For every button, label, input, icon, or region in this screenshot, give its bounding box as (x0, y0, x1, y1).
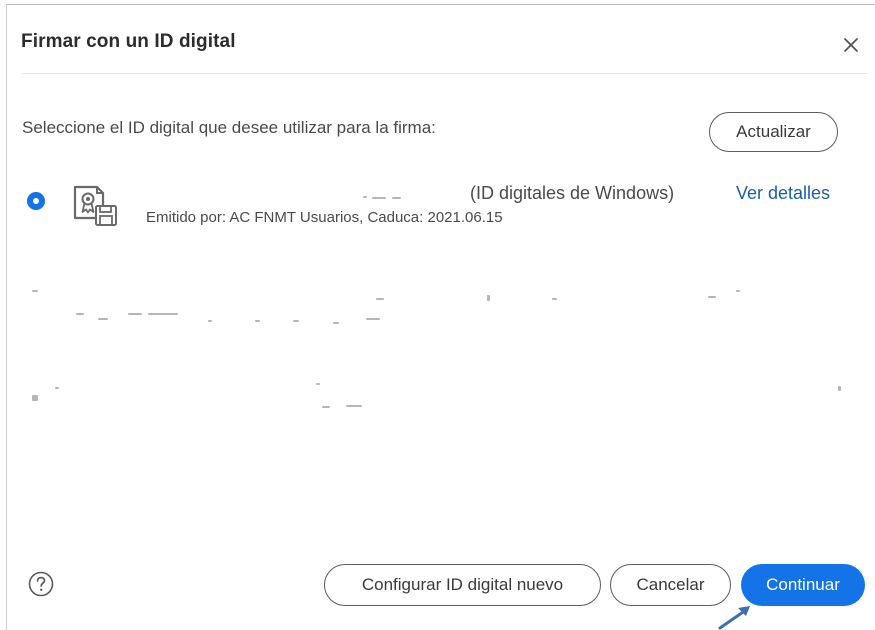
redacted-mark (98, 318, 108, 320)
redacted-mark (487, 295, 490, 301)
certificate-radio-selected[interactable] (27, 192, 45, 210)
redacted-mark (255, 320, 260, 322)
redacted-mark (376, 298, 384, 300)
redacted-mark (366, 318, 380, 320)
redacted-mark (708, 296, 716, 298)
dialog-title: Firmar con un ID digital (21, 31, 236, 52)
refresh-button[interactable]: Actualizar (709, 112, 838, 152)
redacted-mark (392, 197, 401, 199)
redacted-mark (32, 395, 38, 401)
configure-new-id-button[interactable]: Configurar ID digital nuevo (324, 564, 601, 606)
close-icon (844, 38, 858, 52)
redacted-mark (76, 313, 84, 315)
sign-digital-id-dialog: Firmar con un ID digital Seleccione el I… (0, 0, 875, 630)
redacted-mark (363, 196, 367, 198)
redacted-mark (322, 406, 330, 408)
certificate-issuer: Emitido por: AC FNMT Usuarios, Caduca: 2… (146, 209, 503, 226)
redacted-mark (148, 313, 178, 315)
close-button[interactable] (839, 33, 863, 57)
select-id-prompt: Seleccione el ID digital que desee utili… (22, 118, 436, 137)
redacted-mark (372, 197, 386, 199)
redacted-mark (736, 290, 740, 292)
redacted-mark (333, 322, 339, 324)
view-details-link[interactable]: Ver detalles (736, 183, 830, 204)
cancel-button[interactable]: Cancelar (610, 564, 731, 606)
redacted-mark (838, 386, 841, 391)
redacted-mark (32, 290, 38, 292)
pointer-arrow-icon (718, 606, 750, 630)
certificate-icon (72, 184, 120, 228)
continue-button[interactable]: Continuar (741, 564, 865, 606)
redacted-mark (128, 313, 142, 315)
redacted-mark (55, 387, 59, 389)
redacted-mark (346, 405, 362, 407)
certificate-type: (ID digitales de Windows) (470, 183, 675, 203)
dialog-top-border (6, 4, 875, 5)
dialog-left-border (6, 4, 7, 630)
redacted-mark (552, 298, 557, 300)
help-icon[interactable] (28, 571, 54, 597)
redacted-mark (316, 383, 320, 385)
redacted-mark (293, 320, 299, 322)
redacted-mark (208, 320, 212, 322)
header-divider (22, 73, 867, 74)
